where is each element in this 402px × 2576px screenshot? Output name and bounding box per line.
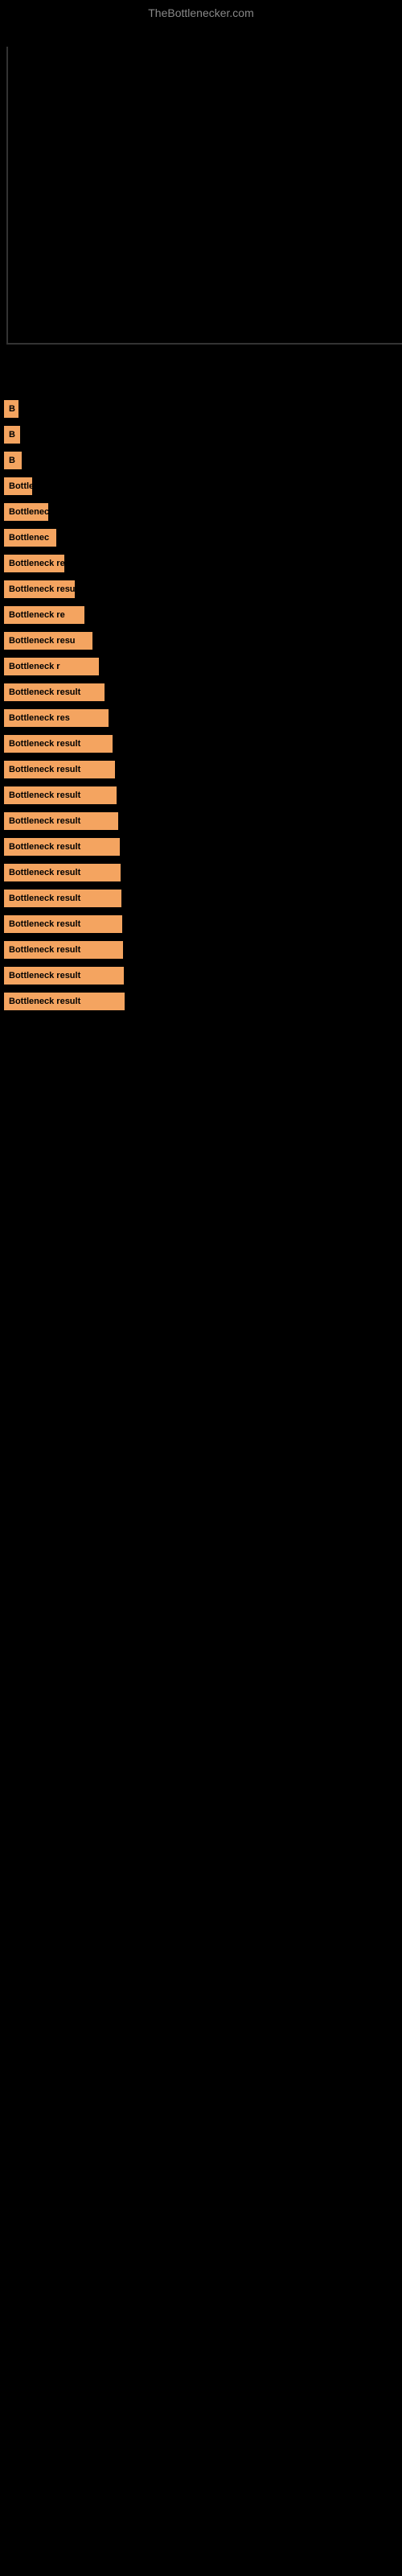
bottleneck-label: Bottleneck re: [4, 555, 64, 572]
bottleneck-label: Bottleneck result: [4, 761, 115, 778]
chart-spacer: [0, 345, 402, 393]
list-item: Bottleneck result: [4, 783, 398, 807]
bottleneck-label: B: [4, 400, 18, 418]
bottleneck-label: Bottleneck result: [4, 890, 121, 907]
bottleneck-label: Bottleneck result: [4, 967, 124, 985]
main-chart: [0, 23, 402, 345]
bottleneck-label: Bottlenec: [4, 529, 56, 547]
bottleneck-label: Bottleneck result: [4, 838, 120, 856]
y-axis: [6, 47, 8, 345]
list-item: Bottleneck result: [4, 835, 398, 859]
x-axis: [6, 343, 402, 345]
list-item: Bottleneck result: [4, 732, 398, 756]
bottleneck-label: Bottlen: [4, 477, 32, 495]
list-item: Bottleneck result: [4, 809, 398, 833]
list-item: Bottleneck result: [4, 912, 398, 936]
list-item: Bottleneck re: [4, 603, 398, 627]
bottleneck-label: Bottleneck r: [4, 658, 99, 675]
bottleneck-label: Bottleneck result: [4, 812, 118, 830]
bottleneck-label: Bottleneck result: [4, 993, 125, 1010]
bottleneck-label: Bottleneck result: [4, 683, 105, 701]
list-item: Bottlen: [4, 474, 398, 498]
bottleneck-label: Bottleneck res: [4, 709, 109, 727]
list-item: Bottleneck r: [4, 500, 398, 524]
list-item: Bottleneck result: [4, 964, 398, 988]
list-item: Bottleneck result: [4, 938, 398, 962]
list-item: Bottleneck resu: [4, 629, 398, 653]
bottleneck-label: Bottleneck resu: [4, 632, 92, 650]
bottleneck-label: B: [4, 452, 22, 469]
bottleneck-list: BBBBottlenBottleneck rBottlenecBottlenec…: [0, 393, 402, 1019]
bottleneck-label: Bottleneck result: [4, 915, 122, 933]
list-item: Bottlenec: [4, 526, 398, 550]
bottleneck-label: Bottleneck result: [4, 580, 75, 598]
list-item: B: [4, 423, 398, 447]
bottleneck-label: Bottleneck result: [4, 786, 117, 804]
list-item: B: [4, 448, 398, 473]
bottom-spacer: [0, 1019, 402, 1502]
list-item: B: [4, 397, 398, 421]
bottleneck-label: Bottleneck result: [4, 941, 123, 959]
list-item: Bottleneck result: [4, 577, 398, 601]
list-item: Bottleneck result: [4, 758, 398, 782]
bottleneck-label: Bottleneck result: [4, 735, 113, 753]
list-item: Bottleneck result: [4, 680, 398, 704]
list-item: Bottleneck res: [4, 706, 398, 730]
bottleneck-label: B: [4, 426, 20, 444]
site-title: TheBottlenecker.com: [0, 0, 402, 23]
list-item: Bottleneck re: [4, 551, 398, 576]
bottleneck-label: Bottleneck re: [4, 606, 84, 624]
list-item: Bottleneck r: [4, 654, 398, 679]
list-item: Bottleneck result: [4, 989, 398, 1013]
list-item: Bottleneck result: [4, 861, 398, 885]
bottleneck-label: Bottleneck r: [4, 503, 48, 521]
bottleneck-label: Bottleneck result: [4, 864, 121, 881]
list-item: Bottleneck result: [4, 886, 398, 910]
